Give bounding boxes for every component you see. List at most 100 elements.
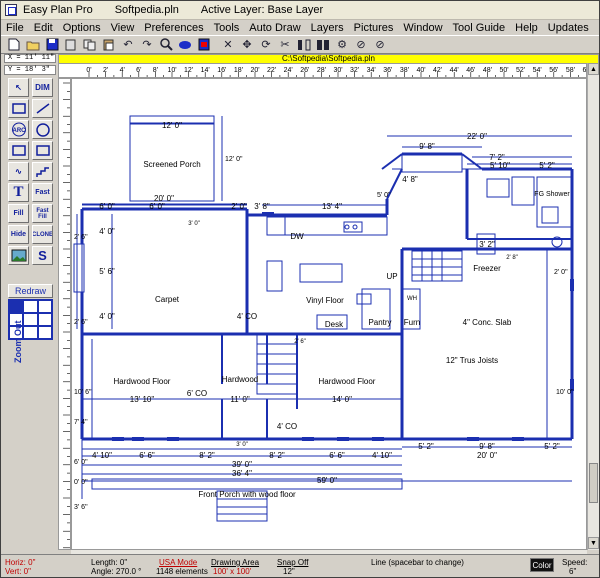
label-closet-2: 6' CO <box>187 389 207 398</box>
measure-icon[interactable]: ⚙ <box>333 36 351 53</box>
dim-text: 3' 0" <box>236 442 248 448</box>
main-window: Easy Plan Pro Softpedia.pln Active Layer… <box>0 0 600 578</box>
print-preview-icon[interactable] <box>62 36 80 53</box>
arrow-tool[interactable]: ↖ <box>8 78 29 97</box>
menu-options[interactable]: Options <box>58 22 106 34</box>
drawing-area-button[interactable]: Drawing Area <box>211 558 259 567</box>
rect-tool[interactable] <box>8 99 29 118</box>
clone-tool[interactable]: CLONE <box>32 225 53 244</box>
menu-help[interactable]: Help <box>510 22 543 34</box>
no-icon[interactable]: ⊘ <box>371 36 389 53</box>
open-folder-icon[interactable] <box>24 36 42 53</box>
fill-tool[interactable]: Fill <box>8 204 29 223</box>
dim-text: 12' 0" <box>225 156 243 163</box>
zoom-cell[interactable] <box>37 326 52 339</box>
dim-text: 2' 6" <box>294 339 306 345</box>
room-hardwood: Hardwood <box>222 375 258 384</box>
dim-text: 2' 0" <box>554 269 568 276</box>
usa-mode-button[interactable]: USA Mode <box>159 558 197 567</box>
dim-text: 6' 0" <box>74 459 88 466</box>
menu-tools[interactable]: Tools <box>209 22 245 34</box>
toggle-icon[interactable] <box>176 36 194 53</box>
picture-tool[interactable] <box>8 246 29 265</box>
text-tool[interactable]: T <box>8 183 29 202</box>
new-file-icon[interactable] <box>5 36 23 53</box>
menu-updates[interactable]: Updates <box>543 22 594 34</box>
scroll-down-icon[interactable]: ▼ <box>588 537 599 549</box>
room-carpet: Carpet <box>155 295 180 304</box>
ruler-label: 22' <box>267 67 276 74</box>
dim-text: 6' 6" <box>139 451 155 460</box>
tool-hint: Line (spacebar to change) <box>371 558 464 567</box>
menu-file[interactable]: File <box>1 22 29 34</box>
fast-text-tool[interactable]: Fast <box>32 183 53 202</box>
box-tool[interactable] <box>32 141 53 160</box>
ruler-label: 4' <box>120 67 125 74</box>
dim-tool[interactable]: DIM <box>32 78 53 97</box>
fast-fill-tool[interactable]: Fast Fill <box>32 204 53 223</box>
dim-text: 4' 10" <box>92 451 112 460</box>
room-vinyl-floor: Vinyl Floor <box>306 296 344 305</box>
scroll-up-icon[interactable]: ▲ <box>588 63 599 75</box>
zoom-cell[interactable] <box>23 313 38 326</box>
menu-view[interactable]: View <box>106 22 140 34</box>
label-pantry: Pantry <box>368 318 391 327</box>
align-icon[interactable] <box>314 36 332 53</box>
color-fill-icon[interactable] <box>195 36 213 53</box>
ruler-label: 14' <box>201 67 210 74</box>
menu-edit[interactable]: Edit <box>29 22 58 34</box>
move-icon[interactable]: ✥ <box>238 36 256 53</box>
rectangle-tool[interactable] <box>8 141 29 160</box>
dim-text: 3' 2" <box>479 240 495 249</box>
redraw-button[interactable]: Redraw <box>8 284 53 298</box>
delete-icon[interactable]: ✕ <box>219 36 237 53</box>
zoom-cell[interactable] <box>37 300 52 313</box>
room-hardwood-floor-2: Hardwood Floor <box>319 377 376 386</box>
app-icon <box>5 4 17 16</box>
paste-icon[interactable] <box>100 36 118 53</box>
arc-tool[interactable]: ARC <box>8 120 29 139</box>
cut-icon[interactable]: ✂ <box>276 36 294 53</box>
curve-tool[interactable]: ∿ <box>8 162 29 181</box>
circle-tool[interactable] <box>32 120 53 139</box>
rotate-icon[interactable]: ⟳ <box>257 36 275 53</box>
room-hardwood-floor-1: Hardwood Floor <box>114 377 171 386</box>
zoom-cell[interactable] <box>23 326 38 339</box>
menu-pictures[interactable]: Pictures <box>349 22 399 34</box>
menu-preferences[interactable]: Preferences <box>139 22 208 34</box>
save-icon[interactable] <box>43 36 61 53</box>
scroll-thumb[interactable] <box>589 463 598 503</box>
dim-text: 14' 0" <box>332 395 352 404</box>
y-coordinate: Y = 18' 3" <box>4 65 56 75</box>
menu-layers[interactable]: Layers <box>306 22 349 34</box>
ruler-label: 12' <box>184 67 193 74</box>
mirror-icon[interactable] <box>295 36 313 53</box>
check-icon[interactable]: ⊘ <box>352 36 370 53</box>
dim-text: 36' 4" <box>232 469 252 478</box>
zoom-cell[interactable] <box>37 313 52 326</box>
menu-auto-draw[interactable]: Auto Draw <box>244 22 305 34</box>
undo-icon[interactable]: ↶ <box>119 36 137 53</box>
menu-tool-guide[interactable]: Tool Guide <box>448 22 511 34</box>
hide-tool[interactable]: Hide <box>8 225 29 244</box>
dim-text: 9' 8" <box>479 442 495 451</box>
color-button[interactable]: Color <box>530 558 554 572</box>
stair-tool[interactable] <box>32 162 53 181</box>
zoom-cell[interactable] <box>23 300 38 313</box>
ruler-label: 10' <box>167 67 176 74</box>
vertical-scrollbar[interactable]: ▲ ▼ <box>587 63 599 550</box>
line-tool[interactable] <box>32 99 53 118</box>
snap-button[interactable]: Snap Off <box>277 558 308 567</box>
copy-icon[interactable] <box>81 36 99 53</box>
ruler-label: 20' <box>250 67 259 74</box>
zoom-out-button[interactable]: Zoom Out <box>13 304 25 379</box>
drawing-canvas[interactable]: Screened Porch Carpet Vinyl Floor DW Des… <box>71 78 587 550</box>
label-freezer: Freezer <box>473 264 501 273</box>
coordinate-row: X = 11' 11" C:\Softpedia\Softpedia.pln <box>1 54 599 64</box>
menu-window[interactable]: Window <box>398 22 447 34</box>
dim-text: 5' 10" <box>490 161 510 170</box>
label-dw: DW <box>290 232 304 241</box>
redo-icon[interactable]: ↷ <box>138 36 156 53</box>
freehand-tool[interactable]: S <box>32 246 53 265</box>
magnifier-icon[interactable] <box>157 36 175 53</box>
